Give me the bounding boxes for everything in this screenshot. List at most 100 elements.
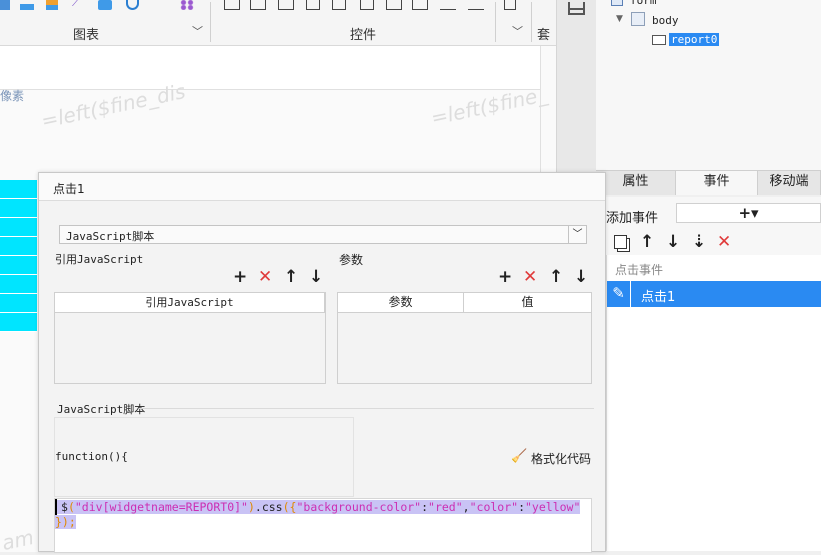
edit-icon: ✎ <box>607 281 631 307</box>
search-widget-icon[interactable] <box>504 0 516 10</box>
delete-ref-icon[interactable]: ✕ <box>258 269 272 286</box>
stacked-chart-icon[interactable] <box>46 0 58 10</box>
radio-widget-icon[interactable] <box>440 0 456 10</box>
js-section-label: JavaScript脚本 <box>57 403 146 416</box>
delete-icon[interactable]: ✕ <box>717 234 731 251</box>
code-string: "yellow" <box>525 500 581 514</box>
line-chart-icon[interactable]: ⟋ <box>72 0 86 10</box>
move-up-icon[interactable]: ↑ <box>640 234 654 251</box>
collapse-arrow-icon[interactable]: ▼ <box>616 14 623 24</box>
code-editor[interactable]: $("div[widgetname=REPORT0]").css({"backg… <box>54 498 592 553</box>
params-label: 参数 <box>339 253 364 267</box>
code-token: ( <box>67 500 75 514</box>
code-string: "div[widgetname=REPORT0]" <box>74 500 248 514</box>
tab-events[interactable]: 事件 <box>676 171 758 195</box>
ribbon-separator <box>531 2 532 42</box>
chevron-down-icon[interactable]: ﹀ <box>192 23 203 39</box>
code-string: "color" <box>469 500 519 514</box>
code-token: .css <box>254 500 283 514</box>
report-icon <box>652 35 666 45</box>
add-event-button[interactable]: +▾ <box>676 203 821 223</box>
params-table[interactable]: 参数 值 <box>337 292 592 384</box>
chevron-down-icon[interactable]: ﹀ <box>568 226 586 243</box>
tree-node-form[interactable]: form <box>630 0 657 7</box>
format-code-label: 格式化代码 <box>531 452 592 466</box>
section-label: 点击事件 <box>615 263 664 277</box>
move-up-param-icon[interactable]: ↑ <box>549 269 563 286</box>
ref-js-column-header: 引用JavaScript <box>55 293 325 313</box>
report-cell[interactable] <box>0 218 37 237</box>
canvas-divider <box>540 46 541 176</box>
move-up-ref-icon[interactable]: ↑ <box>284 269 298 286</box>
tab-mobile[interactable]: 移动端 <box>758 171 821 195</box>
tab-properties[interactable]: 属性 <box>596 171 676 195</box>
gauge-chart-icon[interactable] <box>126 0 139 10</box>
tree-node-body[interactable]: body <box>652 14 679 27</box>
button-widget-icon[interactable] <box>224 0 240 10</box>
report-cell[interactable] <box>0 237 37 256</box>
event-dialog: 点击1 JavaScript脚本 ﹀ 引用JavaScript 参数 + ✕ ↑… <box>38 172 606 553</box>
unit-label: 像素 <box>0 89 25 103</box>
report-cell[interactable] <box>0 256 37 275</box>
list-widget-icon[interactable] <box>412 0 428 10</box>
move-down-ref-icon[interactable]: ↓ <box>309 269 323 286</box>
chevron-down-icon[interactable]: ﹀ <box>512 23 523 39</box>
ref-js-table[interactable]: 引用JavaScript <box>54 292 326 384</box>
script-type-select[interactable]: JavaScript脚本 ﹀ <box>59 225 587 244</box>
column-chart-icon[interactable] <box>20 0 34 10</box>
report-cell[interactable] <box>0 180 37 199</box>
code-line-1: $("div[widgetname=REPORT0]").css({"backg… <box>55 499 581 515</box>
delete-param-icon[interactable]: ✕ <box>523 269 537 286</box>
layout-icon[interactable] <box>568 2 585 15</box>
date-widget-icon[interactable] <box>360 0 374 10</box>
report-cell[interactable] <box>0 313 37 332</box>
code-token: $ <box>57 500 68 514</box>
area-chart-icon[interactable] <box>98 0 112 10</box>
move-down-icon[interactable]: ↓ <box>666 234 680 251</box>
move-bottom-icon[interactable]: ⇣ <box>692 234 706 251</box>
code-string: "red" <box>428 500 463 514</box>
ribbon-separator <box>210 2 211 42</box>
script-type-value: JavaScript脚本 <box>66 230 155 243</box>
move-down-param-icon[interactable]: ↓ <box>574 269 588 286</box>
label-widget-icon[interactable] <box>250 0 266 10</box>
ribbon-group-widget-label: 控件 <box>350 28 377 43</box>
number-widget-icon[interactable] <box>332 0 346 10</box>
tree-node-report0[interactable]: report0 <box>669 33 720 46</box>
textbox-widget-icon[interactable] <box>278 0 294 10</box>
image-widget-icon[interactable] <box>386 0 402 10</box>
code-token: : <box>518 500 525 514</box>
report-cell[interactable] <box>0 275 37 294</box>
body-icon <box>631 12 645 26</box>
code-line-2: }); <box>55 515 76 530</box>
code-token: }); <box>55 515 76 529</box>
ribbon-group-chart-label: 图表 <box>73 28 100 43</box>
report-cell[interactable] <box>0 199 37 218</box>
event-item[interactable]: ✎ 点击1 <box>607 281 821 307</box>
combo-widget-icon[interactable] <box>306 0 320 10</box>
ribbon-separator <box>495 2 496 42</box>
bar-chart-icon[interactable] <box>0 0 10 10</box>
value-column-header: 值 <box>464 293 591 313</box>
add-param-icon[interactable]: + <box>498 269 512 286</box>
canvas-header-area <box>0 46 540 90</box>
checkbox-widget-icon[interactable] <box>468 0 484 10</box>
ref-js-label: 引用JavaScript <box>55 253 144 266</box>
add-icon: +▾ <box>738 204 759 222</box>
copy-icon[interactable] <box>614 235 627 249</box>
dialog-title: 点击1 <box>53 182 85 196</box>
widget-tree: form ▼ body report0 <box>596 0 821 170</box>
property-panel: 属性 事件 移动端 添加事件 +▾ ↑ ↓ ⇣ ✕ 点击事件 ✎ 点击1 <box>596 170 821 552</box>
event-item-label: 点击1 <box>641 290 676 305</box>
section-divider <box>139 408 594 409</box>
report-cell[interactable] <box>0 294 37 313</box>
add-ref-icon[interactable]: + <box>233 269 247 286</box>
broom-icon: 🧹 <box>511 449 528 464</box>
add-event-label: 添加事件 <box>606 211 659 226</box>
param-column-header: 参数 <box>338 293 464 313</box>
code-token: ) <box>247 500 255 514</box>
code-token: : <box>421 500 429 514</box>
event-list: 点击事件 ✎ 点击1 <box>606 255 821 551</box>
scatter-chart-icon[interactable] <box>180 0 194 10</box>
code-token: ({ <box>282 500 297 514</box>
